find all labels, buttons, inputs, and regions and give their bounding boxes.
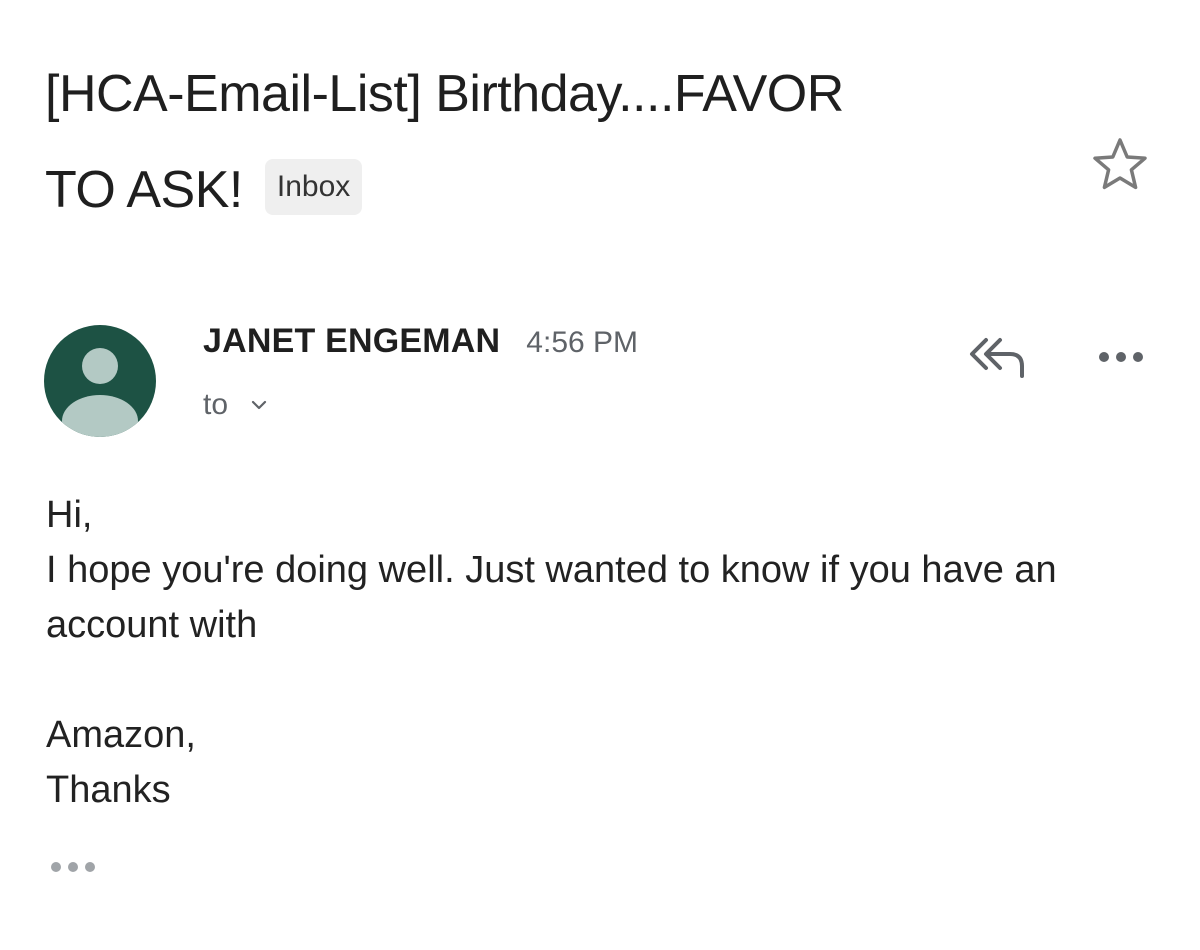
email-subject: [HCA-Email-List] Birthday....FAVOR TO AS… [45,46,1065,238]
body-greeting: Hi, [46,494,93,536]
subject-block: [HCA-Email-List] Birthday....FAVOR TO AS… [45,65,1065,238]
sender-name[interactable]: JANET ENGEMAN [203,322,500,361]
more-options-icon[interactable] [1096,348,1146,366]
reply-all-icon[interactable] [968,334,1030,380]
to-label: to [203,388,229,421]
body-amazon: Amazon, [46,714,196,756]
subject-line-2-text: TO ASK! [45,161,243,219]
subject-line-2: TO ASK! Inbox [45,142,1065,238]
show-trimmed-content-icon[interactable] [48,858,98,876]
sender-row: JANET ENGEMAN 4:56 PM [203,322,638,361]
inbox-label-chip[interactable]: Inbox [264,159,363,216]
recipients-toggle[interactable]: to [203,388,268,422]
email-body: Hi, I hope you're doing well. Just wante… [46,488,1156,818]
email-time: 4:56 PM [526,326,639,359]
body-thanks: Thanks [46,769,171,811]
subject-line-1: [HCA-Email-List] Birthday....FAVOR [45,65,844,123]
star-icon[interactable] [1090,136,1150,192]
body-paragraph: I hope you're doing well. Just wanted to… [46,549,1057,646]
person-avatar-icon [62,348,138,437]
chevron-down-icon [251,400,267,410]
sender-avatar[interactable] [44,325,156,437]
